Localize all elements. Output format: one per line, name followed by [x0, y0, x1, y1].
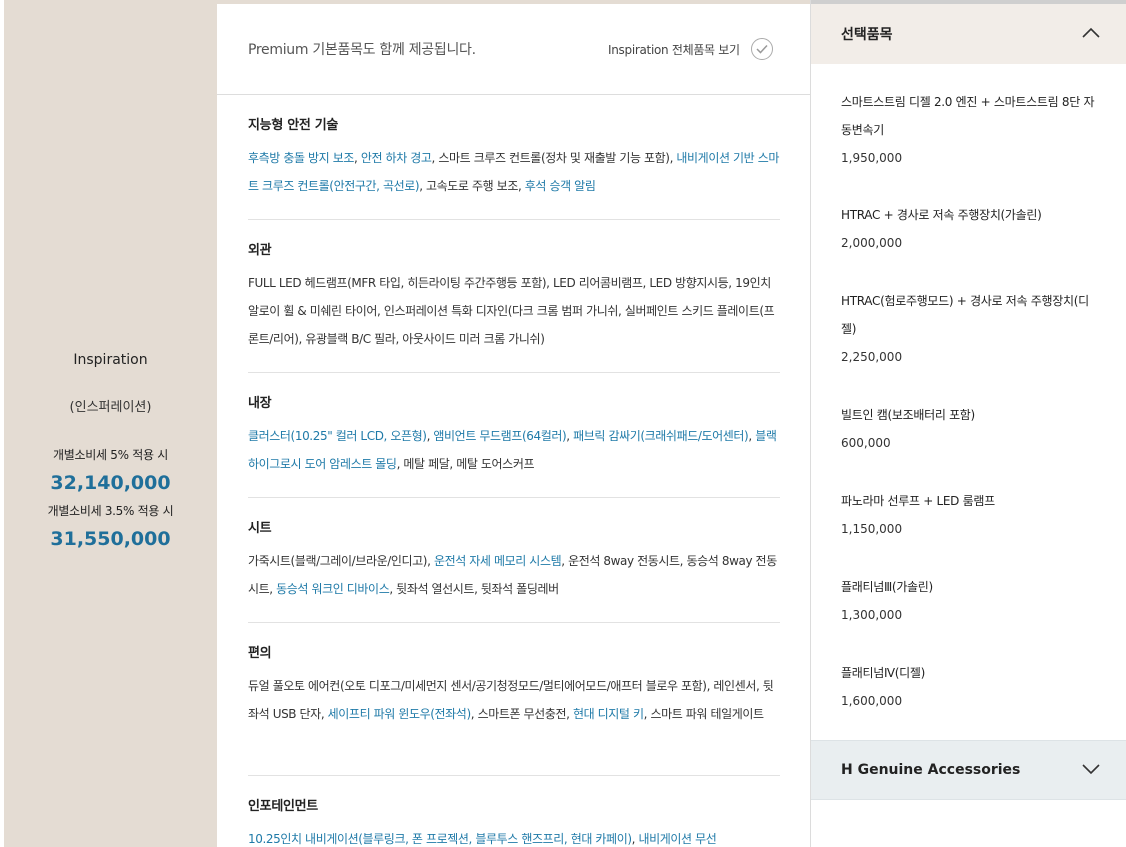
basic-features-header: Premium 기본품목도 함께 제공됩니다. Inspiration 전체품목… [217, 4, 810, 95]
feature-title: 내장 [248, 396, 272, 411]
premium-notice: Premium 기본품목도 함께 제공됩니다. [248, 42, 476, 58]
feature-text: , 스마트폰 무선충전, [470, 707, 573, 721]
feature-body: FULL LED 헤드램프(MFR 타입, 히든라이팅 주간주행등 포함), L… [248, 269, 780, 353]
feature-group-infotainment: 인포테인먼트 10.25인치 내비게이션(블루링크, 폰 프로젝션, 블루투스 … [248, 797, 780, 847]
option-price: 1,300,000 [841, 608, 903, 622]
tax5-price: 32,140,000 [50, 472, 171, 494]
selected-options-header[interactable]: 선택품목 [811, 4, 1126, 64]
option-item: 플래티넘Ⅲ(가솔린) 1,300,000 [841, 573, 1101, 629]
option-item: 파노라마 선루프 + LED 룸램프 1,150,000 [841, 487, 1101, 543]
option-name: HTRAC + 경사로 저속 주행장치(가솔린) [841, 208, 1042, 222]
feature-title: 시트 [248, 521, 272, 536]
basic-features-column: Premium 기본품목도 함께 제공됩니다. Inspiration 전체품목… [217, 0, 810, 847]
feature-text: , 스마트 크루즈 컨트롤(정차 및 재출발 기능 포함), [431, 151, 677, 165]
option-price: 1,150,000 [841, 522, 903, 536]
option-name: 빌트인 캠(보조배터리 포함) [841, 408, 975, 422]
option-name: 플래티넘Ⅲ(가솔린) [841, 580, 933, 594]
option-price: 2,000,000 [841, 236, 903, 250]
feature-text: , 스마트 파워 테일게이트 [643, 707, 764, 721]
feature-text: , 고속도로 주행 보조, [419, 179, 525, 193]
feature-title: 지능형 안전 기술 [248, 118, 339, 133]
selected-options-panel: 선택품목 스마트스트림 디젤 2.0 엔진 + 스마트스트림 8단 자동변속기 … [810, 0, 1126, 847]
feature-title: 인포테인먼트 [248, 799, 318, 814]
feature-link[interactable]: 10.25인치 내비게이션(블루링크, 폰 프로젝션, 블루투스 핸즈프리, 현… [248, 832, 632, 846]
option-name: 플래티넘Ⅳ(디젤) [841, 666, 925, 680]
option-name: 파노라마 선루프 + LED 룸램프 [841, 494, 995, 508]
accessories-title: H Genuine Accessories [841, 762, 1021, 778]
tax5-label: 개별소비세 5% 적용 시 [53, 448, 168, 462]
trim-summary: Inspiration (인스퍼레이션) 개별소비세 5% 적용 시 32,14… [4, 0, 217, 847]
feature-text: , 메탈 페달, 메탈 도어스커프 [396, 457, 535, 471]
feature-text: FULL LED 헤드램프(MFR 타입, 히든라이팅 주간주행등 포함), L… [248, 276, 775, 346]
feature-body: 듀얼 풀오토 에어컨(오토 디포그/미세먼지 센서/공기청정모드/멀티에어모드/… [248, 672, 780, 728]
feature-link[interactable]: 후석 승객 알림 [525, 179, 596, 193]
feature-text: , [354, 151, 361, 165]
check-circle-icon[interactable] [750, 38, 773, 60]
feature-link[interactable]: 클러스터(10.25" 컬러 LCD, 오픈형) [248, 429, 427, 443]
feature-body: 클러스터(10.25" 컬러 LCD, 오픈형), 앰비언트 무드램프(64컬러… [248, 422, 780, 478]
option-price: 600,000 [841, 436, 891, 450]
feature-link[interactable]: 앰비언트 무드램프(64컬러) [433, 429, 566, 443]
option-price: 1,600,000 [841, 694, 903, 708]
option-item: HTRAC(험로주행모드) + 경사로 저속 주행장치(디젤) 2,250,00… [841, 287, 1101, 371]
feature-group-seats: 시트 가죽시트(블랙/그레이/브라운/인디고), 운전석 자세 메모리 시스템,… [248, 519, 780, 623]
feature-body: 10.25인치 내비게이션(블루링크, 폰 프로젝션, 블루투스 핸즈프리, 현… [248, 825, 780, 847]
option-name: 스마트스트림 디젤 2.0 엔진 + 스마트스트림 8단 자동변속기 [841, 95, 1095, 137]
option-item: 빌트인 캠(보조배터리 포함) 600,000 [841, 401, 1101, 457]
tax35-label: 개별소비세 3.5% 적용 시 [47, 504, 174, 518]
feature-link[interactable]: 운전석 자세 메모리 시스템 [434, 554, 562, 568]
feature-group-safety: 지능형 안전 기술 후측방 충돌 방지 보조, 안전 하차 경고, 스마트 크루… [248, 116, 780, 220]
view-all-items-label: Inspiration 전체품목 보기 [608, 42, 740, 57]
feature-link[interactable]: 현대 디지털 키 [573, 707, 644, 721]
feature-group-convenience: 편의 듀얼 풀오토 에어컨(오토 디포그/미세먼지 센서/공기청정모드/멀티에어… [248, 644, 780, 776]
trim-name: Inspiration [73, 352, 148, 368]
option-price: 1,950,000 [841, 151, 903, 165]
feature-link[interactable]: 안전 하차 경고 [361, 151, 432, 165]
option-price: 2,250,000 [841, 350, 903, 364]
feature-link[interactable]: 패브릭 감싸기(크래쉬패드/도어센터) [573, 429, 749, 443]
chevron-down-icon[interactable] [1082, 763, 1100, 777]
view-all-items-link[interactable]: Inspiration 전체품목 보기 [608, 34, 773, 64]
option-item: 스마트스트림 디젤 2.0 엔진 + 스마트스트림 8단 자동변속기 1,950… [841, 88, 1101, 172]
feature-text: , 뒷좌석 열선시트, 뒷좌석 폴딩레버 [389, 582, 559, 596]
tax35-price: 31,550,000 [50, 528, 171, 550]
feature-link[interactable]: 내비게이션 무선 [638, 832, 716, 846]
feature-text: 가죽시트(블랙/그레이/브라운/인디고), [248, 554, 434, 568]
accessories-header[interactable]: H Genuine Accessories [811, 740, 1126, 800]
chevron-up-icon[interactable] [1082, 27, 1100, 41]
feature-link[interactable]: 세이프티 파워 윈도우(전좌석) [328, 707, 471, 721]
feature-group-interior: 내장 클러스터(10.25" 컬러 LCD, 오픈형), 앰비언트 무드램프(6… [248, 394, 780, 498]
feature-body: 후측방 충돌 방지 보조, 안전 하차 경고, 스마트 크루즈 컨트롤(정차 및… [248, 144, 780, 200]
option-name: HTRAC(험로주행모드) + 경사로 저속 주행장치(디젤) [841, 294, 1089, 336]
feature-link[interactable]: 후측방 충돌 방지 보조 [248, 151, 354, 165]
feature-title: 외관 [248, 243, 272, 258]
feature-title: 편의 [248, 646, 272, 661]
trim-column: Inspiration (인스퍼레이션) 개별소비세 5% 적용 시 32,14… [0, 0, 217, 847]
feature-group-exterior: 외관 FULL LED 헤드램프(MFR 타입, 히든라이팅 주간주행등 포함)… [248, 241, 780, 373]
trim-name-korean: (인스퍼레이션) [69, 400, 152, 415]
feature-link[interactable]: 동승석 워크인 디바이스 [276, 582, 390, 596]
selected-options-title: 선택품목 [841, 27, 893, 43]
feature-body: 가죽시트(블랙/그레이/브라운/인디고), 운전석 자세 메모리 시스템, 운전… [248, 547, 780, 603]
option-item: HTRAC + 경사로 저속 주행장치(가솔린) 2,000,000 [841, 201, 1101, 257]
option-item: 플래티넘Ⅳ(디젤) 1,600,000 [841, 659, 1101, 715]
